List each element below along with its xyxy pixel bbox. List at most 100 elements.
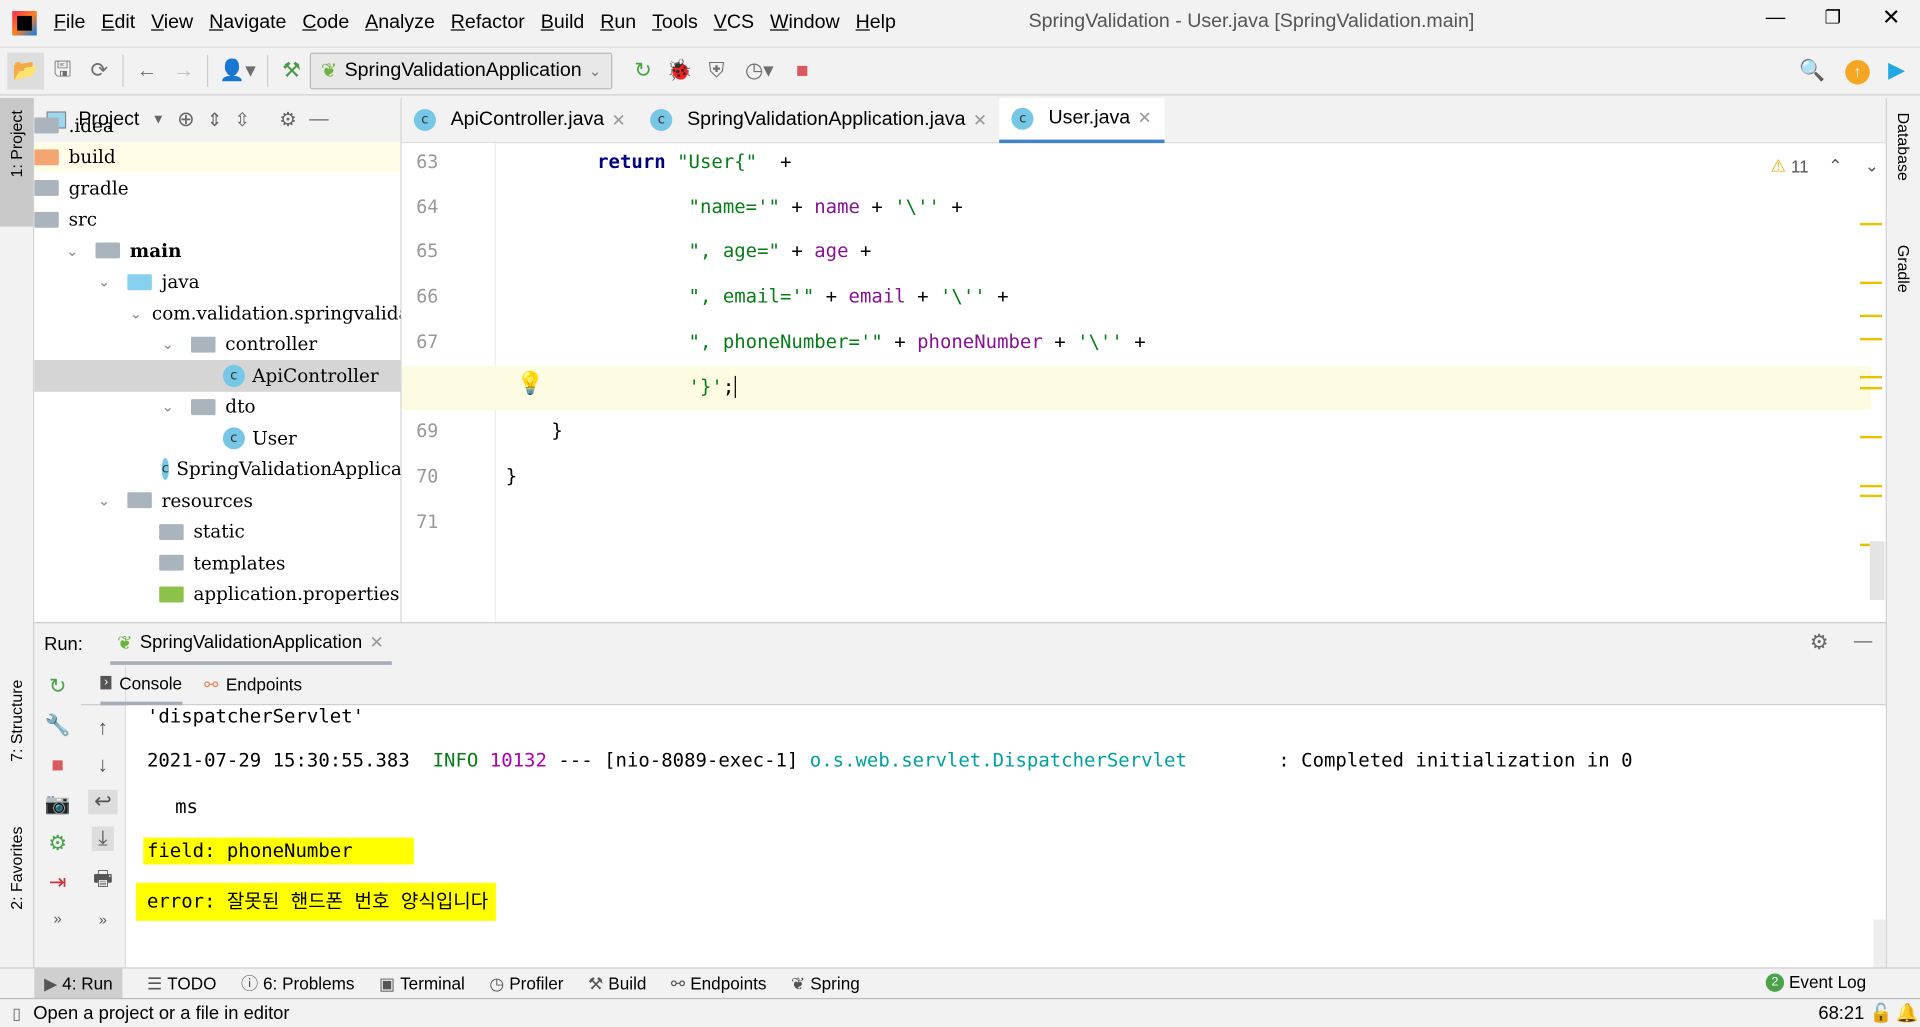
previous-highlight-icon[interactable]: ⌃ <box>1828 156 1842 177</box>
soft-wrap-icon[interactable]: ↩ <box>88 789 118 815</box>
more-icon[interactable]: » <box>53 910 61 927</box>
open-folder-icon[interactable]: 📂 <box>7 52 45 90</box>
warning-stripe-mark[interactable] <box>1860 337 1883 341</box>
debug-icon[interactable]: 🐞 <box>661 53 698 90</box>
restore-layout-icon[interactable]: ⚙ <box>48 831 67 855</box>
warning-stripe-mark[interactable] <box>1860 281 1883 285</box>
endpoints-tab[interactable]: ⚯ Endpoints <box>204 674 302 695</box>
tab-user-java[interactable]: c User.java ✕ <box>999 97 1165 143</box>
tool-problems[interactable]: ⓘ 6: Problems <box>241 971 355 995</box>
minimize-button[interactable]: — <box>1766 7 1786 29</box>
menu-tools[interactable]: Tools <box>652 12 698 34</box>
stop-icon[interactable]: ■ <box>51 753 64 777</box>
menu-edit[interactable]: Edit <box>101 12 135 34</box>
menu-navigate[interactable]: Navigate <box>209 12 286 34</box>
exit-icon[interactable]: ⇥ <box>49 871 66 895</box>
tree-item[interactable]: ⌄ main <box>34 235 400 266</box>
menu-file[interactable]: File <box>54 12 86 34</box>
code-editor[interactable]: 636465666768697071 💡 return "User{" + "n… <box>401 143 1886 623</box>
toolbox-icon[interactable]: ▶ <box>1888 58 1905 84</box>
tree-item[interactable]: static <box>34 516 400 547</box>
close-button[interactable]: ✕ <box>1882 5 1900 31</box>
tree-item[interactable]: build <box>34 141 401 173</box>
event-log-button[interactable]: 2 Event Log <box>1765 972 1866 992</box>
expand-chevron-icon[interactable]: ⌄ <box>98 492 127 509</box>
tab-springvalidationapplication-java[interactable]: c SpringValidationApplication.java ✕ <box>638 97 999 142</box>
expand-chevron-icon[interactable]: ⌄ <box>98 273 127 290</box>
update-icon[interactable]: ↑ <box>1845 60 1870 85</box>
run-config-tab[interactable]: ❦ SpringValidationApplication ✕ <box>109 623 392 665</box>
warning-stripe-mark[interactable] <box>1860 494 1883 498</box>
rerun-icon[interactable]: ↻ <box>625 53 662 90</box>
run-configuration-select[interactable]: ❦ SpringValidationApplication ⌄ <box>309 52 613 90</box>
back-icon[interactable]: ← <box>129 53 166 90</box>
tree-item[interactable]: ⌄ controller <box>34 329 400 360</box>
warning-stripe-mark[interactable] <box>1860 222 1883 226</box>
gear-icon[interactable]: ⚙ <box>1810 631 1829 655</box>
expand-chevron-icon[interactable]: ⌄ <box>162 336 191 353</box>
maximize-button[interactable]: ❐ <box>1824 6 1840 28</box>
menu-window[interactable]: Window <box>770 12 840 34</box>
warning-stripe-mark[interactable] <box>1860 435 1883 439</box>
menu-refactor[interactable]: Refactor <box>451 12 525 34</box>
tree-item[interactable]: src <box>34 204 400 235</box>
gradle-tool-button[interactable]: Gradle <box>1894 245 1912 298</box>
lock-icon[interactable]: 🔓 <box>1870 1002 1893 1024</box>
tool-build[interactable]: ⚒ Build <box>588 973 646 994</box>
tool-endpoints[interactable]: ⚯ Endpoints <box>671 973 767 994</box>
up-arrow-icon[interactable]: ↑ <box>98 716 108 740</box>
expand-chevron-icon[interactable]: ⌄ <box>66 242 95 259</box>
console-scrollbar[interactable] <box>1873 919 1886 969</box>
menu-run[interactable]: Run <box>600 12 636 34</box>
camera-icon[interactable]: 📷 <box>45 792 71 816</box>
tree-item[interactable]: ⌄ java <box>34 266 400 297</box>
caret-position[interactable]: 68:21 <box>1818 1003 1864 1024</box>
project-tool-button[interactable]: 1: Project <box>0 97 34 227</box>
console-output[interactable]: 'dispatcherServlet' 2021-07-29 15:30:55.… <box>126 705 1886 969</box>
expand-chevron-icon[interactable]: ⌄ <box>130 305 142 322</box>
menu-code[interactable]: Code <box>302 12 349 34</box>
tool-terminal[interactable]: ▣ Terminal <box>379 973 465 994</box>
wrench-icon[interactable]: 🔧 <box>45 714 71 738</box>
tree-item[interactable]: c User <box>34 422 400 453</box>
warning-stripe-mark[interactable] <box>1860 375 1883 379</box>
profile-dropdown-icon[interactable]: ◷▾ <box>735 53 784 90</box>
print-icon[interactable]: 🖶 <box>93 863 113 899</box>
tool-run[interactable]: ▶ 4: Run <box>34 968 123 998</box>
notifications-icon[interactable]: 🔔 <box>1896 1002 1919 1024</box>
warning-stripe-mark[interactable] <box>1860 314 1883 318</box>
tree-item[interactable]: ⌄ resources <box>34 485 400 516</box>
close-tab-icon[interactable]: ✕ <box>612 110 626 131</box>
tree-item[interactable]: c SpringValidationApplication <box>34 454 400 485</box>
tree-item[interactable]: application.properties <box>34 579 400 610</box>
close-tab-icon[interactable]: ✕ <box>370 632 384 653</box>
more-icon[interactable]: » <box>99 911 107 928</box>
database-tool-button[interactable]: Database <box>1894 113 1912 186</box>
toggle-panels-icon[interactable]: ▯ <box>12 1003 21 1023</box>
menu-view[interactable]: View <box>151 12 193 34</box>
favorites-tool-button[interactable]: 2: Favorites <box>7 827 25 915</box>
build-hammer-icon[interactable]: ⚒ <box>273 53 310 90</box>
coverage-icon[interactable]: ⛨ <box>698 53 735 90</box>
structure-tool-button[interactable]: 7: Structure <box>7 680 25 767</box>
rerun-icon[interactable]: ↻ <box>49 675 66 699</box>
tree-item[interactable]: .idea <box>34 110 400 141</box>
inspection-widget[interactable]: ⚠ 11 ⌃ ⌄ <box>1771 156 1879 177</box>
editor-scrollbar[interactable] <box>1869 541 1885 601</box>
warning-stripe-mark[interactable] <box>1860 386 1883 390</box>
tool-profiler[interactable]: ◷ Profiler <box>489 973 563 994</box>
tool-spring[interactable]: ❦ Spring <box>791 973 860 994</box>
warning-stripe-mark[interactable] <box>1860 484 1883 488</box>
menu-analyze[interactable]: Analyze <box>365 12 435 34</box>
tree-item[interactable]: templates <box>34 547 400 578</box>
save-icon[interactable]: 🖫 <box>44 53 81 90</box>
tab-apicontroller-java[interactable]: c ApiController.java ✕ <box>402 97 638 142</box>
close-tab-icon[interactable]: ✕ <box>1138 108 1152 129</box>
down-arrow-icon[interactable]: ↓ <box>98 753 108 777</box>
menu-vcs[interactable]: VCS <box>714 12 754 34</box>
hide-panel-icon[interactable]: — <box>1854 631 1872 652</box>
expand-chevron-icon[interactable]: ⌄ <box>162 398 191 415</box>
tool-todo[interactable]: ☰ TODO <box>147 973 217 994</box>
menu-build[interactable]: Build <box>541 12 585 34</box>
tree-item[interactable]: ⌄ dto <box>34 391 400 422</box>
